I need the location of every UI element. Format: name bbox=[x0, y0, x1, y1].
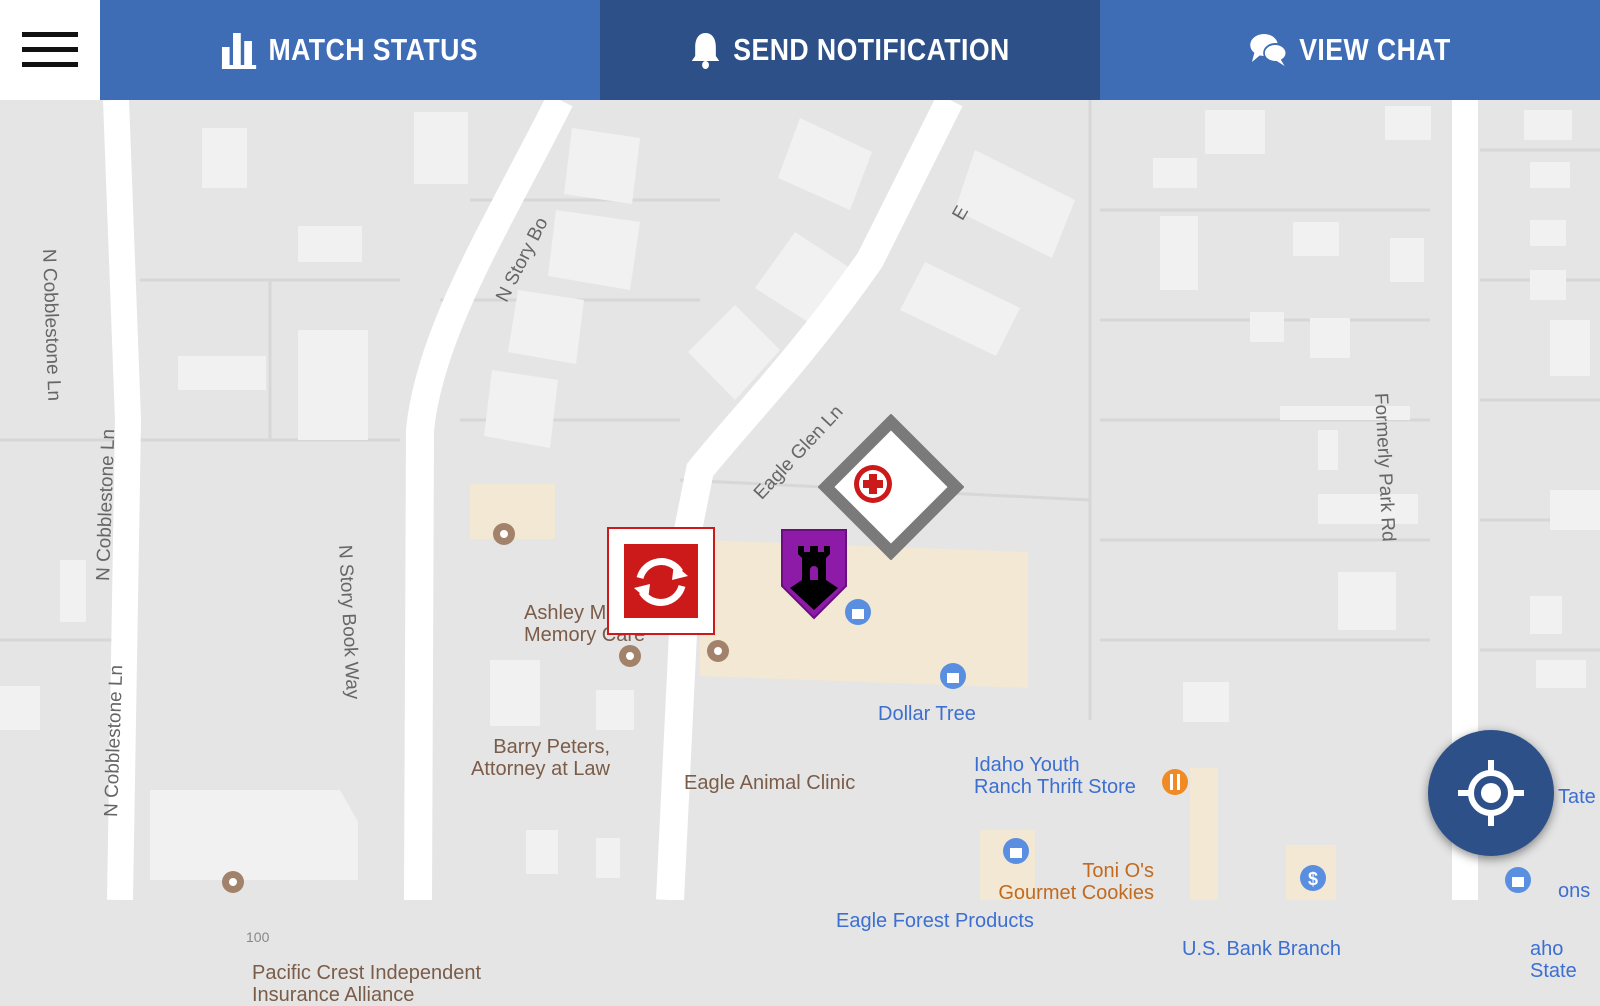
place-label: U.S. Bank Branch bbox=[1182, 938, 1341, 960]
tab-match-status[interactable]: MATCH STATUS bbox=[100, 0, 600, 100]
address-number: 100 bbox=[246, 929, 270, 945]
place-label: Idaho Youth Ranch Thrift Store bbox=[974, 754, 1136, 798]
place-label: Pacific Crest Independent Insurance Allia… bbox=[252, 962, 482, 1006]
tab-view-chat-label: VIEW CHAT bbox=[1299, 32, 1451, 67]
tab-send-notification[interactable]: SEND NOTIFICATION bbox=[600, 0, 1100, 100]
top-toolbar: MATCH STATUS SEND NOTIFICATION VIEW CHAT bbox=[0, 0, 1600, 100]
bar-chart-icon bbox=[222, 31, 257, 69]
my-location-icon bbox=[1458, 760, 1524, 826]
respawn-marker[interactable] bbox=[606, 526, 716, 636]
place-label: Eagle Forest Products bbox=[836, 910, 1034, 932]
place-label: Eagle Animal Clinic bbox=[684, 772, 856, 794]
tab-send-notification-label: SEND NOTIFICATION bbox=[733, 32, 1010, 67]
bell-icon bbox=[690, 30, 721, 70]
chat-bubbles-icon bbox=[1249, 32, 1288, 68]
medic-marker-icon bbox=[817, 413, 965, 561]
medic-marker[interactable] bbox=[817, 413, 965, 561]
map-view[interactable]: N Cobblestone Ln N Cobblestone Ln N Cobb… bbox=[0, 100, 1600, 1006]
place-label: Toni O's Gourmet Cookies bbox=[998, 860, 1154, 904]
place-label: Dollar Tree bbox=[878, 703, 976, 725]
my-location-button[interactable] bbox=[1428, 730, 1554, 856]
tab-match-status-label: MATCH STATUS bbox=[268, 32, 478, 67]
place-label: Barry Peters, Attorney at Law bbox=[471, 736, 610, 780]
place-label: Tate bbox=[1558, 786, 1596, 808]
respawn-marker-icon bbox=[607, 527, 715, 635]
hamburger-menu-icon bbox=[22, 32, 78, 67]
place-label: aho State bbox=[1530, 938, 1577, 982]
place-label: ons bbox=[1558, 880, 1591, 902]
menu-button[interactable] bbox=[0, 0, 100, 100]
tab-view-chat[interactable]: VIEW CHAT bbox=[1100, 0, 1600, 100]
